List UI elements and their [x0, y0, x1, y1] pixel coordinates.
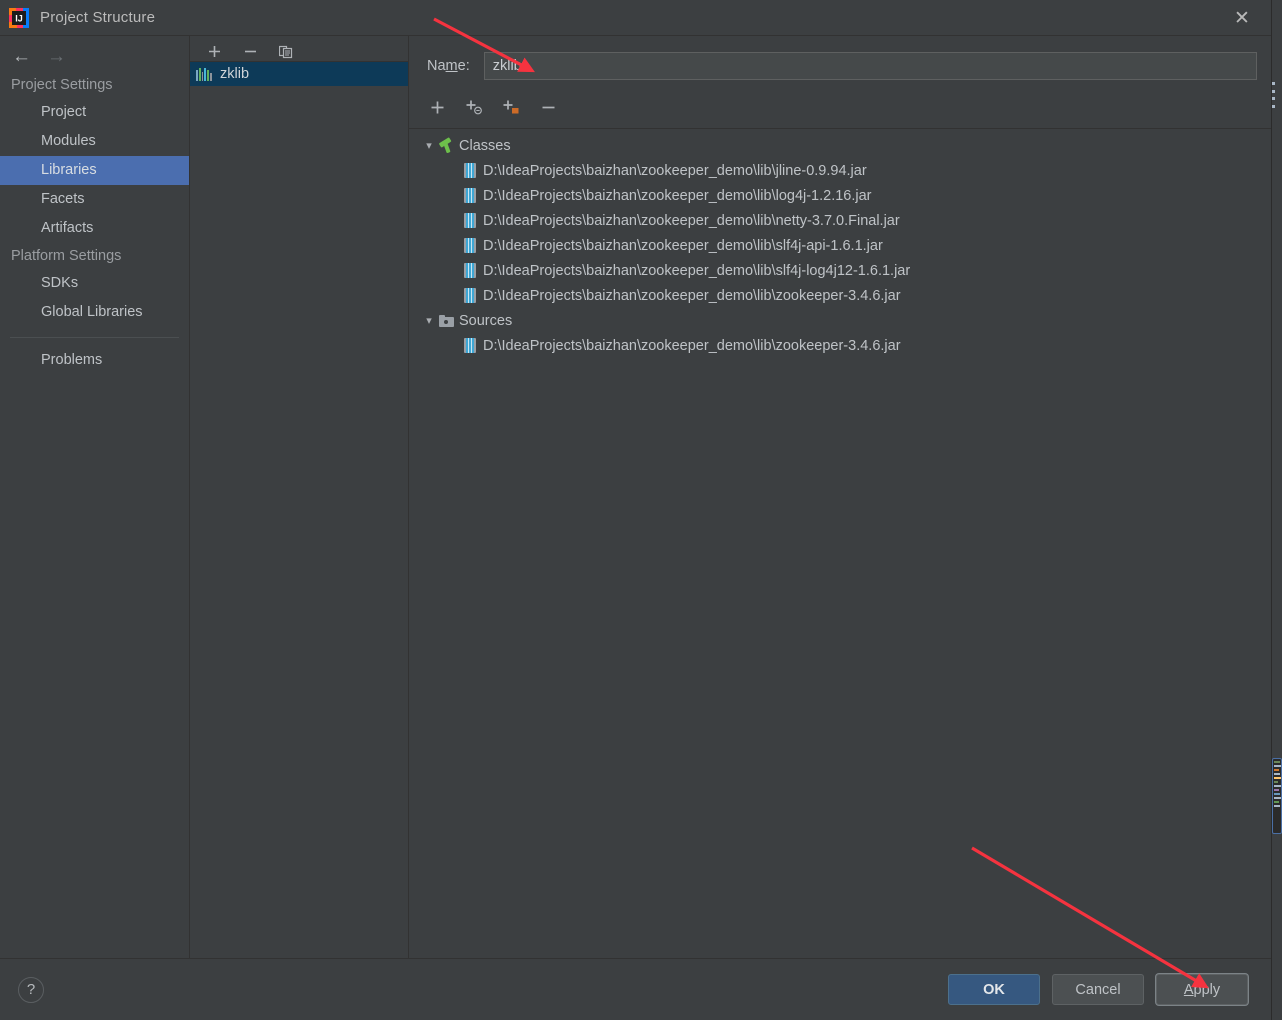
- tree-node-classes[interactable]: ▾ Classes: [409, 133, 1271, 158]
- chevron-down-icon[interactable]: ▾: [421, 314, 437, 327]
- add-root-button[interactable]: [425, 96, 449, 118]
- tree-row[interactable]: D:\IdeaProjects\baizhan\zookeeper_demo\l…: [409, 333, 1271, 358]
- dialog-footer: ? OK Cancel Apply: [0, 958, 1271, 1020]
- sidebar-item-facets[interactable]: Facets: [0, 185, 189, 214]
- name-label: Name:: [427, 58, 470, 74]
- library-icon: [196, 67, 212, 81]
- sidebar-item-global-libraries[interactable]: Global Libraries: [0, 298, 189, 327]
- library-roots-toolbar: [409, 94, 1271, 129]
- close-icon[interactable]: ✕: [1229, 6, 1255, 30]
- libraries-toolbar: [190, 36, 408, 62]
- jar-icon: [461, 288, 479, 303]
- tree-node-label: Classes: [459, 137, 511, 154]
- add-library-button[interactable]: [204, 42, 224, 62]
- apply-button[interactable]: Apply: [1156, 974, 1248, 1005]
- intellij-idea-icon: IJ: [8, 7, 30, 29]
- arrow-left-icon[interactable]: ←: [12, 47, 31, 66]
- jar-icon: [461, 263, 479, 278]
- list-item-label: zklib: [220, 66, 250, 82]
- tree-row[interactable]: D:\IdeaProjects\baizhan\zookeeper_demo\l…: [409, 233, 1271, 258]
- library-roots-tree: ▾ Classes D:\IdeaProjects\baizhan\zookee…: [409, 129, 1271, 958]
- dialog-title: Project Structure: [40, 9, 156, 26]
- name-input[interactable]: [483, 52, 1257, 80]
- jar-path: D:\IdeaProjects\baizhan\zookeeper_demo\l…: [483, 162, 867, 179]
- list-item[interactable]: zklib: [190, 62, 408, 86]
- sidebar-item-modules[interactable]: Modules: [0, 127, 189, 156]
- jar-icon: [461, 338, 479, 353]
- jar-path: D:\IdeaProjects\baizhan\zookeeper_demo\l…: [483, 212, 900, 229]
- svg-text:IJ: IJ: [15, 13, 23, 23]
- libraries-list-panel: zklib: [190, 36, 409, 958]
- sidebar-item-problems[interactable]: Problems: [0, 346, 189, 375]
- hammer-icon: [437, 137, 455, 154]
- dialog-titlebar: IJ Project Structure ✕: [0, 0, 1271, 36]
- libraries-list: zklib: [190, 62, 408, 958]
- jar-path: D:\IdeaProjects\baizhan\zookeeper_demo\l…: [483, 287, 901, 304]
- tree-row[interactable]: D:\IdeaProjects\baizhan\zookeeper_demo\l…: [409, 183, 1271, 208]
- jar-path: D:\IdeaProjects\baizhan\zookeeper_demo\l…: [483, 337, 901, 354]
- ok-button[interactable]: OK: [948, 974, 1040, 1005]
- tree-row[interactable]: D:\IdeaProjects\baizhan\zookeeper_demo\l…: [409, 208, 1271, 233]
- attach-classes-button[interactable]: [462, 96, 486, 118]
- sidebar-nav-arrows: ← →: [0, 40, 189, 72]
- tree-row[interactable]: D:\IdeaProjects\baizhan\zookeeper_demo\l…: [409, 258, 1271, 283]
- tree-node-sources[interactable]: ▾ Sources: [409, 308, 1271, 333]
- jar-path: D:\IdeaProjects\baizhan\zookeeper_demo\l…: [483, 262, 911, 279]
- jar-icon: [461, 188, 479, 203]
- dialog-body: ← → Project Settings Project Modules Lib…: [0, 36, 1271, 958]
- jar-icon: [461, 213, 479, 228]
- arrow-right-icon[interactable]: →: [47, 47, 66, 66]
- sidebar-group-project-settings: Project Settings: [11, 77, 113, 93]
- jar-icon: [461, 163, 479, 178]
- footer-actions: OK Cancel Apply: [948, 974, 1248, 1005]
- sidebar-item-artifacts[interactable]: Artifacts: [0, 214, 189, 243]
- chevron-down-icon[interactable]: ▾: [421, 139, 437, 152]
- tree-row[interactable]: D:\IdeaProjects\baizhan\zookeeper_demo\l…: [409, 158, 1271, 183]
- remove-root-button[interactable]: [536, 96, 560, 118]
- settings-sidebar: ← → Project Settings Project Modules Lib…: [0, 36, 190, 958]
- folder-icon: [437, 314, 455, 327]
- sidebar-divider: [10, 337, 179, 338]
- library-detail-panel: Name: zklib ▾ Classes D:\IdeaProjects\ba…: [409, 36, 1271, 958]
- jar-path: D:\IdeaProjects\baizhan\zookeeper_demo\l…: [483, 187, 872, 204]
- attach-directory-button[interactable]: [499, 96, 523, 118]
- tree-row[interactable]: D:\IdeaProjects\baizhan\zookeeper_demo\l…: [409, 283, 1271, 308]
- help-icon[interactable]: ?: [18, 976, 44, 1003]
- sidebar-item-project[interactable]: Project: [0, 98, 189, 127]
- jar-icon: [461, 238, 479, 253]
- sidebar-item-sdks[interactable]: SDKs: [0, 269, 189, 298]
- sidebar-group-platform-settings: Platform Settings: [11, 248, 122, 264]
- sidebar-item-libraries[interactable]: Libraries: [0, 156, 189, 185]
- cancel-button[interactable]: Cancel: [1052, 974, 1144, 1005]
- tree-node-label: Sources: [459, 312, 513, 329]
- jar-path: D:\IdeaProjects\baizhan\zookeeper_demo\l…: [483, 237, 883, 254]
- name-row: Name:: [409, 36, 1271, 94]
- project-structure-dialog: IJ Project Structure ✕ ← → Project Setti…: [0, 0, 1272, 1020]
- copy-library-button[interactable]: [276, 42, 296, 62]
- editor-minimap[interactable]: [1272, 758, 1282, 834]
- remove-library-button[interactable]: [240, 42, 260, 62]
